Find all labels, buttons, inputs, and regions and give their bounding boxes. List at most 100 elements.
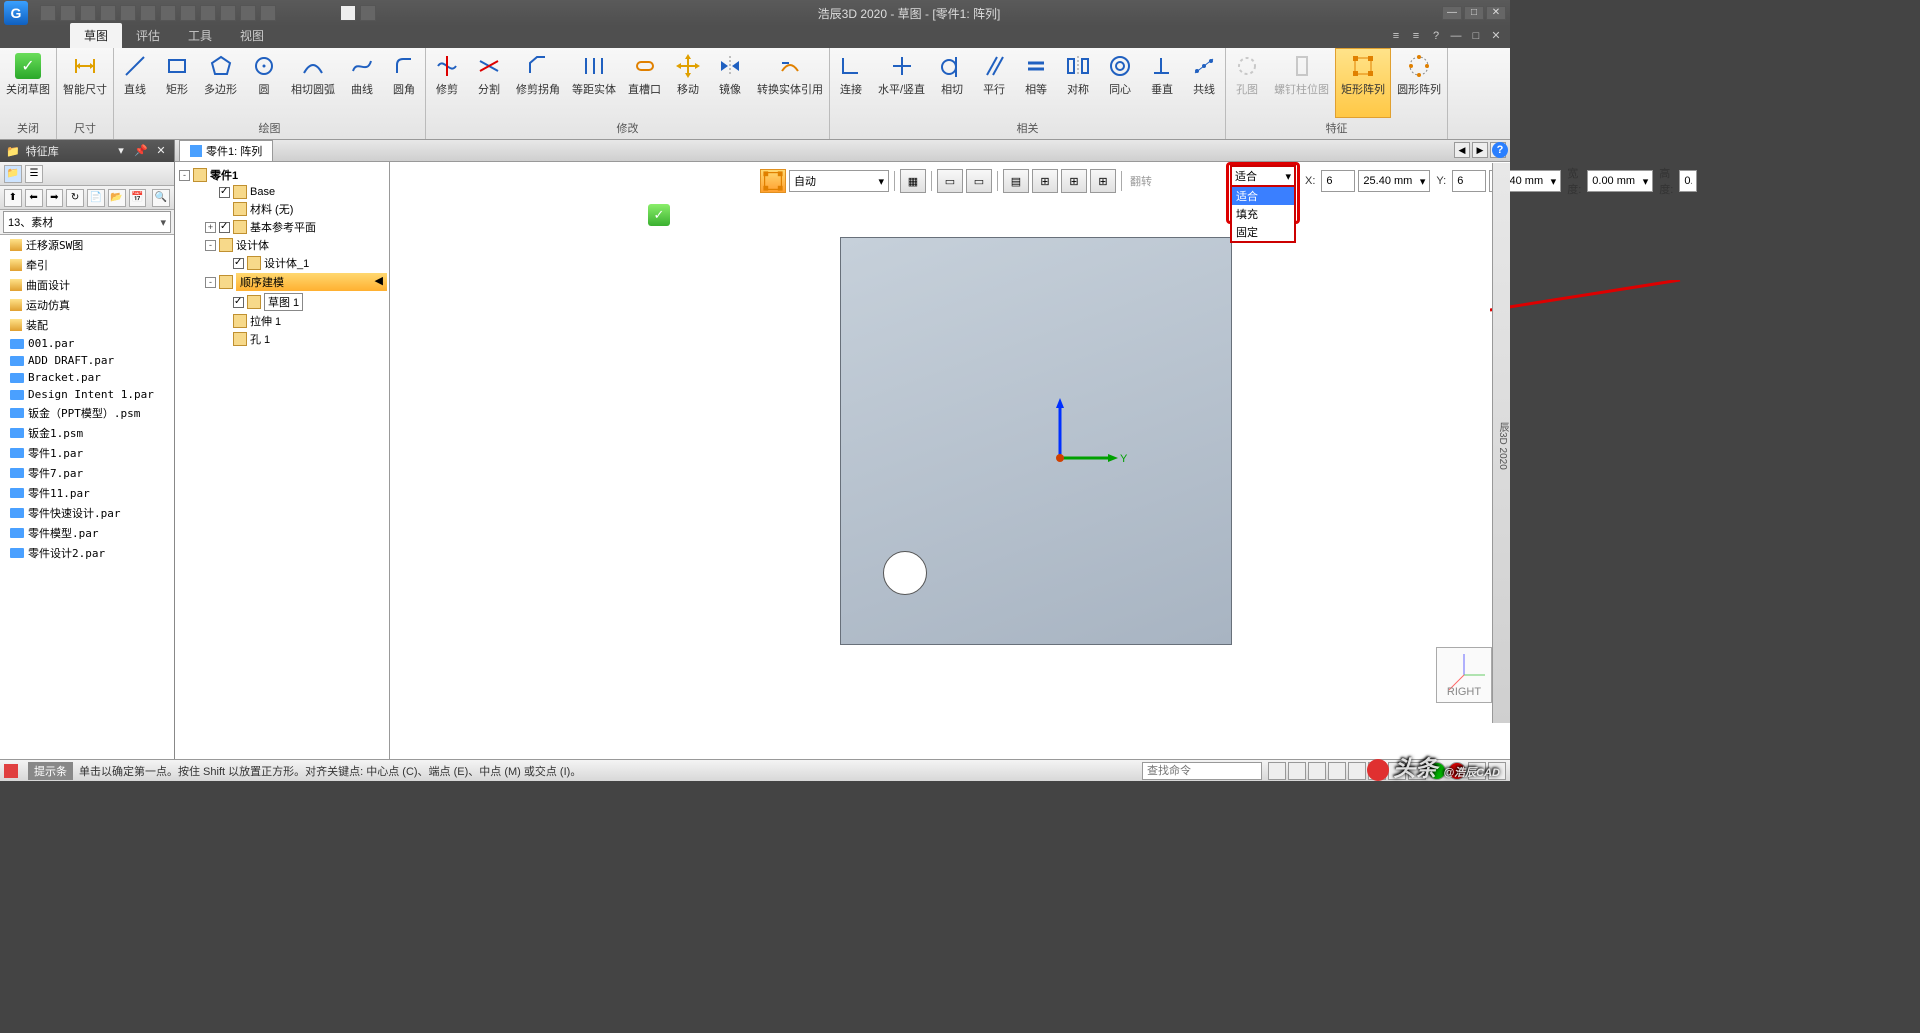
curve-button[interactable]: 曲线 (341, 48, 383, 118)
qat-btn[interactable] (220, 5, 236, 21)
nav-back-icon[interactable]: ⬅ (25, 189, 43, 207)
qat-btn[interactable] (200, 5, 216, 21)
tree-node[interactable]: 设计体_1 (177, 254, 387, 272)
file-item[interactable]: 钣金1.psm (0, 423, 174, 443)
qat-btn[interactable] (180, 5, 196, 21)
y-count-input[interactable] (1452, 170, 1486, 192)
qat-dropdown-icon[interactable] (360, 5, 376, 21)
trim-button[interactable]: 修剪 (426, 48, 468, 118)
nav-refresh-icon[interactable]: ↻ (66, 189, 84, 207)
panel-close-icon[interactable]: ✕ (154, 144, 168, 158)
symmetric-button[interactable]: 对称 (1057, 48, 1099, 118)
confirm-check-icon[interactable]: ✓ (648, 204, 670, 226)
library-file-list[interactable]: 迁移源SW图牵引曲面设计运动仿真装配001.parADD DRAFT.parBr… (0, 234, 174, 759)
panel-pin-icon[interactable]: 📌 (134, 144, 148, 158)
file-item[interactable]: 零件模型.par (0, 523, 174, 543)
perp-button[interactable]: 垂直 (1141, 48, 1183, 118)
tree-node[interactable]: +基本参考平面 (177, 218, 387, 236)
restore-icon[interactable]: □ (1468, 28, 1484, 44)
fillet-button[interactable]: 圆角 (383, 48, 425, 118)
status-icon[interactable] (1348, 762, 1366, 780)
grid-icon[interactable]: ⊞ (1032, 169, 1058, 193)
folder-item[interactable]: 运动仿真 (0, 295, 174, 315)
polygon-button[interactable]: 多边形 (198, 48, 243, 118)
status-icon[interactable] (1308, 762, 1326, 780)
width-input[interactable]: 0.00 mm (1587, 170, 1653, 192)
tree-node[interactable]: 材料 (无) (177, 200, 387, 218)
qat-undo-icon[interactable] (60, 5, 76, 21)
rect-pattern-button[interactable]: 矩形阵列 (1335, 48, 1391, 118)
file-item[interactable]: 零件7.par (0, 463, 174, 483)
grid2-icon[interactable]: ⊞ (1061, 169, 1087, 193)
tree-node[interactable]: -顺序建模 ◀ (177, 272, 387, 292)
nav-folder-icon[interactable]: 📂 (108, 189, 126, 207)
tab-evaluate[interactable]: 评估 (122, 23, 174, 48)
tan-arc-button[interactable]: 相切圆弧 (285, 48, 341, 118)
file-item[interactable]: Design Intent 1.par (0, 386, 174, 403)
tree-node[interactable]: Base (177, 184, 387, 200)
library-folder-combo[interactable]: 13、素材 (3, 211, 171, 233)
ribbon-opt-icon[interactable]: ≡ (1388, 28, 1404, 44)
document-tab[interactable]: 零件1: 阵列 (179, 140, 273, 161)
qat-btn[interactable] (260, 5, 276, 21)
expand-icon[interactable]: + (205, 222, 216, 233)
checkbox[interactable] (219, 187, 230, 198)
fit-option-fit[interactable]: 适合 (1232, 187, 1294, 205)
minimize-icon[interactable]: — (1442, 6, 1462, 20)
smart-dim-button[interactable]: 智能尺寸 (57, 48, 113, 118)
opt-icon-3[interactable]: ▭ (966, 169, 992, 193)
convert-button[interactable]: 转换实体引用 (751, 48, 829, 118)
parallel-button[interactable]: 平行 (973, 48, 1015, 118)
opt-icon-1[interactable]: ▦ (900, 169, 926, 193)
viewport[interactable]: ✓ 自动 ▦ ▭ ▭ ▤ ⊞ ⊞ ⊞ 翻转 (390, 162, 1510, 759)
ribbon-opt-icon[interactable]: ≡ (1408, 28, 1424, 44)
mirror-button[interactable]: 镜像 (709, 48, 751, 118)
colinear-button[interactable]: 共线 (1183, 48, 1225, 118)
tab-tools[interactable]: 工具 (174, 23, 226, 48)
height-input[interactable] (1679, 170, 1697, 192)
tree-node[interactable]: 拉伸 1 (177, 312, 387, 330)
connect-button[interactable]: 连接 (830, 48, 872, 118)
nav-new-icon[interactable]: 📄 (87, 189, 105, 207)
qat-btn[interactable] (140, 5, 156, 21)
view-tree-icon[interactable]: 📁 (4, 165, 22, 183)
qat-cursor-icon[interactable] (340, 5, 356, 21)
fit-mode-dropdown[interactable]: 适合 适合 填充 固定 (1230, 165, 1296, 243)
pattern-select-icon[interactable] (760, 169, 786, 193)
tab-view[interactable]: 视图 (226, 23, 278, 48)
grid3-icon[interactable]: ⊞ (1090, 169, 1116, 193)
close-doc-icon[interactable]: ✕ (1488, 28, 1504, 44)
x-count-input[interactable] (1321, 170, 1355, 192)
split-button[interactable]: 分割 (468, 48, 510, 118)
line-button[interactable]: 直线 (114, 48, 156, 118)
qat-btn[interactable] (120, 5, 136, 21)
maximize-icon[interactable]: □ (1464, 6, 1484, 20)
fit-option-fixed[interactable]: 固定 (1232, 223, 1294, 241)
status-icon[interactable] (1268, 762, 1286, 780)
expand-icon[interactable]: - (205, 277, 216, 288)
folder-item[interactable]: 装配 (0, 315, 174, 335)
fit-mode-field[interactable]: 适合 (1230, 165, 1296, 187)
tab-sketch[interactable]: 草图 (70, 23, 122, 48)
tree-node[interactable]: -设计体 (177, 236, 387, 254)
help-bubble-icon[interactable]: ? (1492, 142, 1508, 158)
expand-icon[interactable]: - (179, 170, 190, 181)
tab-prev-icon[interactable]: ◀ (1454, 142, 1470, 158)
tree-root[interactable]: -零件1 (177, 166, 387, 184)
qat-save-icon[interactable] (40, 5, 56, 21)
min-ribbon-icon[interactable]: — (1448, 28, 1464, 44)
opt-icon-4[interactable]: ▤ (1003, 169, 1029, 193)
circle-button[interactable]: 圆 (243, 48, 285, 118)
qat-redo-icon[interactable] (80, 5, 96, 21)
close-sketch-button[interactable]: ✓关闭草图 (0, 48, 56, 118)
help-icon[interactable]: ? (1428, 28, 1444, 44)
nav-up-icon[interactable]: ⬆ (4, 189, 22, 207)
rect-button[interactable]: 矩形 (156, 48, 198, 118)
file-item[interactable]: 零件1.par (0, 443, 174, 463)
hv-button[interactable]: 水平/竖直 (872, 48, 931, 118)
tangent-button[interactable]: 相切 (931, 48, 973, 118)
file-item[interactable]: 001.par (0, 335, 174, 352)
folder-item[interactable]: 牵引 (0, 255, 174, 275)
file-item[interactable]: Bracket.par (0, 369, 174, 386)
search-icon[interactable]: 🔍 (152, 189, 170, 207)
